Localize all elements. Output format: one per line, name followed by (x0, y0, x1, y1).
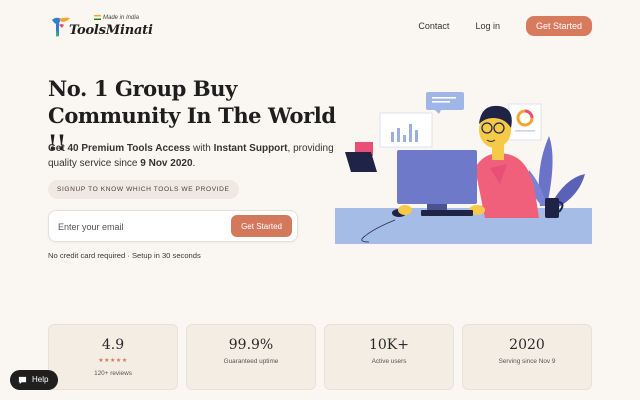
hero-sub-highlight-support: Instant Support (213, 143, 288, 154)
folder-icon (345, 142, 377, 172)
stat-card-rating: 4.9 ★★★★★ 120+ reviews (48, 324, 178, 390)
stat-label: Guaranteed uptime (223, 358, 279, 365)
help-label: Help (32, 375, 49, 384)
stats-row: 4.9 ★★★★★ 120+ reviews 99.9% Guaranteed … (48, 324, 592, 390)
plant-icon (528, 136, 585, 208)
email-signup-form: Get Started (48, 210, 298, 242)
email-input[interactable] (58, 219, 218, 235)
logo-tagline: Made in India (94, 15, 139, 21)
hero-subtitle: Get 40 Premium Tools Access with Instant… (48, 141, 338, 171)
pie-chart-card-icon (508, 103, 542, 141)
chat-bubble-icon (18, 376, 27, 384)
analytics-card-icon (379, 112, 433, 148)
email-get-started-button[interactable]: Get Started (231, 215, 292, 237)
brand-logo[interactable]: Made in India ToolsMinati (50, 14, 153, 40)
rating-stars-icon: ★★★★★ (98, 358, 128, 364)
stat-card-users: 10K+ Active users (324, 324, 454, 390)
nav-login-link[interactable]: Log in (475, 21, 500, 31)
message-bubble-icon (426, 92, 464, 114)
signup-tools-pill[interactable]: SIGNUP TO KNOW WHICH TOOLS WE PROVIDE (48, 180, 239, 199)
india-flag-icon (94, 15, 101, 20)
stat-value: 99.9% (228, 337, 274, 353)
stat-label: Serving since Nov 9 (498, 358, 556, 365)
help-button[interactable]: Help (10, 370, 59, 390)
hero-sub-highlight-date: 9 Nov 2020 (140, 158, 193, 169)
hero-sub-text: with (190, 143, 214, 154)
hero-sub-text: . (192, 158, 196, 169)
hero-sub-highlight-tools: Get 40 Premium Tools Access (48, 143, 191, 154)
stat-value: 2020 (509, 337, 545, 353)
stat-value: 4.9 (101, 337, 125, 353)
top-nav: Contact Log in Get Started (418, 16, 592, 36)
nav-contact-link[interactable]: Contact (418, 21, 449, 31)
stat-card-since: 2020 Serving since Nov 9 (462, 324, 592, 390)
stat-label: 120+ reviews (94, 370, 132, 377)
stat-card-uptime: 99.9% Guaranteed uptime (186, 324, 316, 390)
stat-value: 10K+ (368, 337, 409, 353)
signup-note: No credit card required · Setup in 30 se… (48, 251, 201, 260)
site-header: Made in India ToolsMinati Contact Log in… (0, 0, 640, 52)
stat-label: Active users (371, 358, 407, 365)
nav-get-started-button[interactable]: Get Started (525, 16, 592, 36)
logo-wordmark: ToolsMinati (69, 23, 153, 38)
hero-illustration (335, 92, 592, 244)
